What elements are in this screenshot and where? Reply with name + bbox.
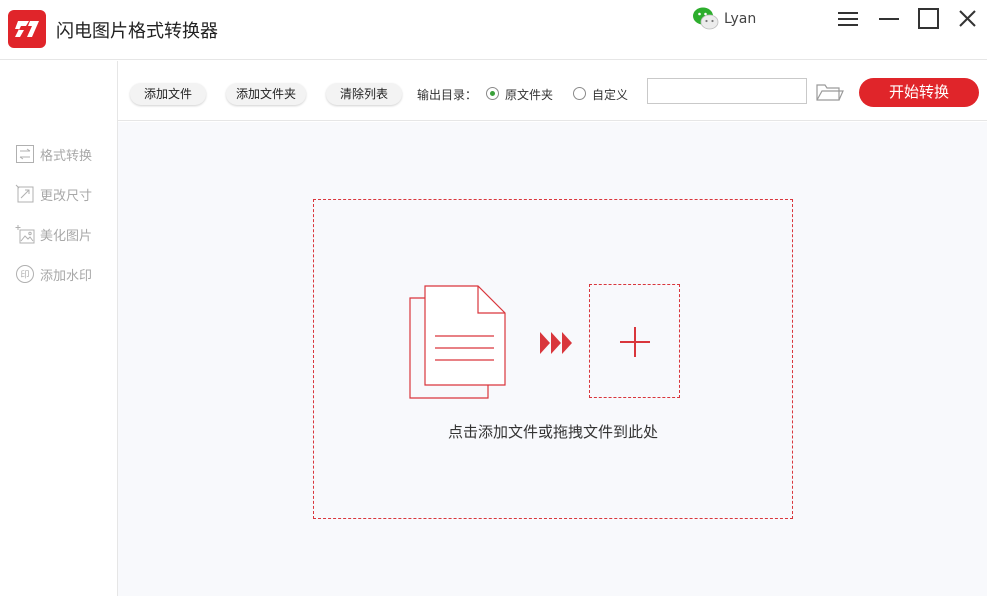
plus-icon	[620, 327, 650, 357]
triple-arrow-icon	[540, 332, 572, 354]
add-file-box[interactable]	[589, 284, 680, 398]
add-folder-button[interactable]: 添加文件夹	[226, 83, 306, 105]
main-content: 点击添加文件或拖拽文件到此处	[118, 122, 987, 596]
lightning-logo-icon	[8, 10, 46, 48]
sidebar-item-label: 格式转换	[40, 149, 93, 164]
title-bar: 闪电图片格式转换器 Lyan	[0, 0, 987, 60]
output-dir-label: 输出目录：	[417, 88, 478, 102]
close-icon[interactable]	[953, 6, 983, 34]
svg-text:印: 印	[20, 269, 29, 281]
sidebar-item-resize[interactable]: 更改尺寸	[15, 182, 110, 206]
minimize-icon[interactable]	[874, 6, 904, 34]
app-title: 闪电图片格式转换器	[56, 21, 218, 42]
sidebar-item-watermark[interactable]: 印 添加水印	[15, 262, 110, 286]
user-name[interactable]: Lyan	[724, 11, 756, 27]
output-path-input[interactable]	[647, 78, 807, 104]
drop-hint-text: 点击添加文件或拖拽文件到此处	[447, 423, 658, 441]
maximize-icon[interactable]	[914, 6, 944, 34]
sidebar: 格式转换 更改尺寸 美化图片 印 添加水印	[0, 61, 118, 596]
radio-custom-label[interactable]: 自定义	[592, 86, 628, 103]
add-file-button[interactable]: 添加文件	[130, 83, 206, 105]
format-convert-icon	[16, 145, 34, 163]
open-folder-icon[interactable]	[815, 80, 845, 104]
sidebar-item-label: 美化图片	[40, 229, 93, 244]
hamburger-menu-icon[interactable]	[834, 6, 864, 34]
start-convert-button[interactable]: 开始转换	[859, 78, 979, 107]
sidebar-item-format-convert[interactable]: 格式转换	[15, 142, 110, 166]
beautify-image-icon	[15, 225, 35, 244]
radio-original-folder[interactable]	[486, 87, 499, 100]
toolbar: 添加文件 添加文件夹 清除列表 输出目录： 原文件夹 自定义 开始转换	[118, 61, 987, 121]
sidebar-item-beautify[interactable]: 美化图片	[15, 222, 110, 246]
clear-list-button[interactable]: 清除列表	[326, 83, 402, 105]
radio-custom-folder[interactable]	[573, 87, 586, 100]
wechat-icon[interactable]	[692, 5, 720, 33]
watermark-stamp-icon: 印	[16, 265, 34, 283]
file-drop-zone[interactable]: 点击添加文件或拖拽文件到此处	[313, 199, 793, 519]
sidebar-item-label: 添加水印	[40, 269, 93, 284]
documents-icon	[409, 285, 506, 399]
radio-original-label[interactable]: 原文件夹	[505, 86, 553, 103]
sidebar-item-label: 更改尺寸	[40, 189, 93, 204]
resize-icon	[15, 184, 34, 203]
